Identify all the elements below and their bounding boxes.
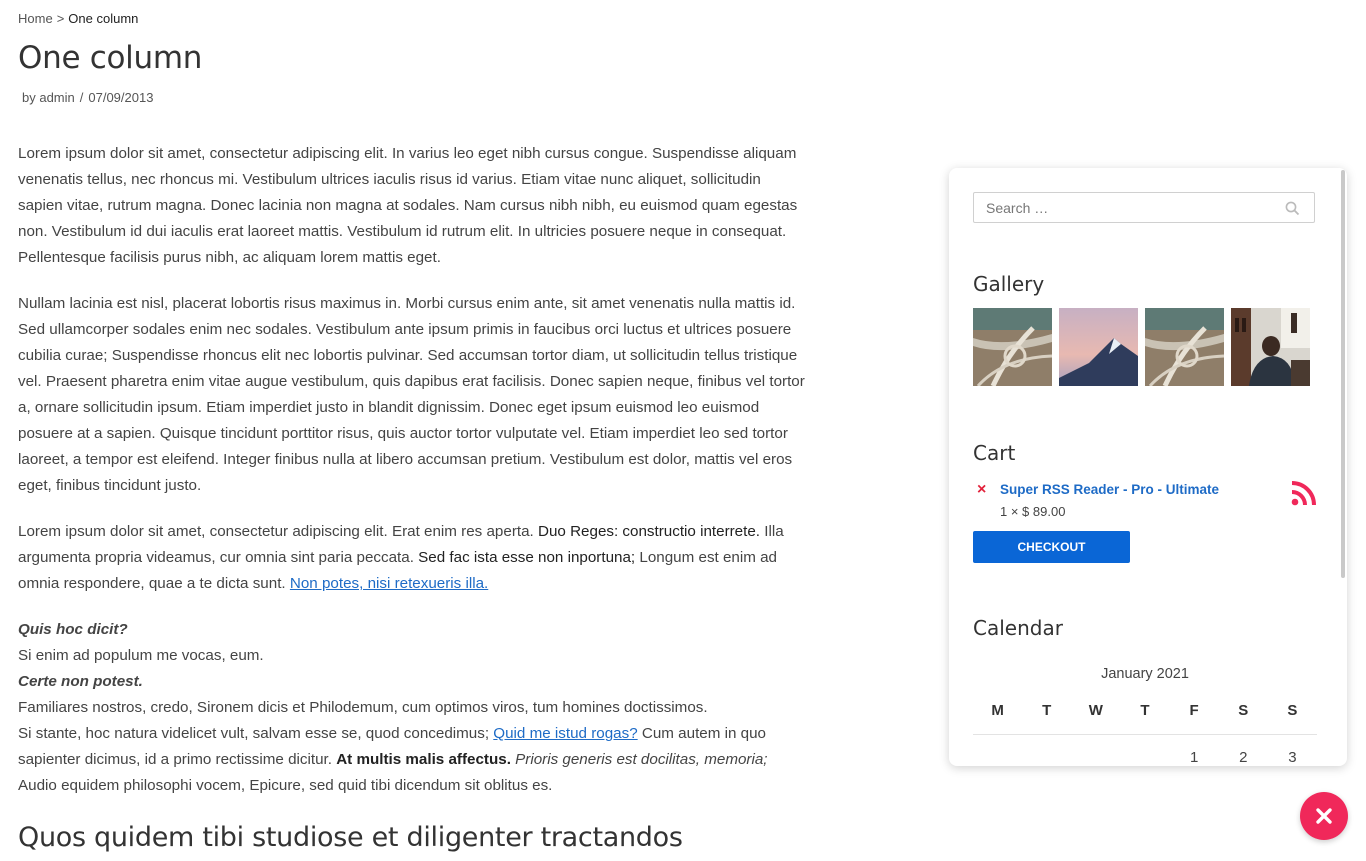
breadcrumb-home-link[interactable]: Home: [18, 11, 53, 26]
section-heading: Quos quidem tibi studiose et diligenter …: [18, 822, 683, 853]
page-title: One column: [18, 40, 203, 76]
close-icon: [1316, 808, 1332, 824]
weekday-sun: S: [1287, 702, 1298, 719]
search-form: [973, 192, 1315, 223]
weekday-fri: F: [1189, 702, 1199, 719]
breadcrumb-current: One column: [68, 11, 139, 26]
author-link[interactable]: by admin: [22, 90, 75, 105]
checkout-button[interactable]: CHECKOUT: [973, 531, 1130, 563]
calendar-day: [1120, 749, 1169, 766]
search-input[interactable]: [974, 193, 1288, 222]
weekday-mon: M: [991, 702, 1004, 719]
calendar-title: Calendar: [973, 616, 1063, 640]
weekday-thu: T: [1140, 702, 1150, 719]
weekday-wed: W: [1088, 702, 1103, 719]
weekday-sat: S: [1238, 702, 1249, 719]
cart-title: Cart: [973, 441, 1016, 465]
p4-text-a: Si stante, hoc natura videlicet vult, sa…: [18, 725, 490, 742]
gallery-image-1[interactable]: [973, 308, 1052, 386]
p3-text-d: Sed fac ista esse non inportuna;: [418, 549, 636, 566]
question-1: Quis hoc dicit?: [18, 621, 128, 638]
calendar-caption: January 2021: [1101, 666, 1189, 682]
post-content: Lorem ipsum dolor sit amet, consectetur …: [18, 141, 808, 819]
close-panel-button[interactable]: [1300, 792, 1348, 840]
gallery-image-4[interactable]: [1231, 308, 1310, 386]
calendar-day: 1: [1189, 749, 1199, 766]
sidebar-scrollbar[interactable]: [1341, 170, 1345, 578]
calendar-day: 3: [1288, 749, 1297, 766]
paragraph-2: Nullam lacinia est nisl, placerat lobort…: [18, 295, 805, 494]
gallery-image-3[interactable]: [1145, 308, 1224, 386]
gallery-image-2[interactable]: [1059, 308, 1138, 386]
gallery-title: Gallery: [973, 272, 1045, 296]
calendar-day: 2: [1239, 749, 1248, 766]
breadcrumb: Home > One column: [18, 11, 138, 26]
cart-quantity: 1 × $ 89.00: [1000, 504, 1066, 519]
date-link[interactable]: 07/09/2013: [88, 90, 153, 105]
p4-bold: At multis malis affectus.: [336, 751, 511, 768]
paragraph-1: Lorem ipsum dolor sit amet, consectetur …: [18, 145, 798, 266]
calendar-day: [973, 749, 1022, 766]
cart-product-link[interactable]: Super RSS Reader - Pro - Ultimate: [1000, 482, 1219, 497]
p3-text-a: Lorem ipsum dolor sit amet, consectetur …: [18, 523, 534, 540]
breadcrumb-separator: >: [56, 11, 65, 26]
p3-text-b: Duo Reges: constructio interrete.: [538, 523, 761, 540]
p4-link[interactable]: Quid me istud rogas?: [493, 725, 637, 742]
meta-divider: /: [79, 90, 84, 105]
answer-1: Si enim ad populum me vocas, eum.: [18, 647, 264, 664]
answer-2: Familiares nostros, credo, Sironem dicis…: [18, 699, 708, 716]
calendar-divider: [973, 734, 1317, 735]
post-meta: by admin / 07/09/2013: [22, 90, 153, 105]
p4-text-c: Audio equidem philosophi vocem, Epicure,…: [18, 777, 553, 794]
calendar-week-row: 1 2 3: [973, 749, 1317, 766]
search-icon[interactable]: [1285, 201, 1300, 221]
paragraph-3: Lorem ipsum dolor sit amet, consectetur …: [18, 519, 808, 597]
sidebar-panel: Gallery Cart × Super RSS Reader - Pro - …: [949, 168, 1347, 766]
calendar-day: [1022, 749, 1071, 766]
p3-link[interactable]: Non potes, nisi retexueris illa.: [290, 575, 488, 592]
question-2: Certe non potest.: [18, 673, 143, 690]
p4-italic: Prioris generis est docilitas, memoria;: [515, 751, 768, 768]
weekday-tue: T: [1042, 702, 1052, 719]
remove-item-icon[interactable]: ×: [977, 481, 986, 499]
qa-block: Quis hoc dicit? Si enim ad populum me vo…: [18, 617, 808, 799]
calendar-header: M T W T F S S: [973, 702, 1317, 719]
rss-icon: [1291, 480, 1317, 511]
calendar-day: [1071, 749, 1120, 766]
paragraph-4: Si stante, hoc natura videlicet vult, sa…: [18, 721, 808, 799]
